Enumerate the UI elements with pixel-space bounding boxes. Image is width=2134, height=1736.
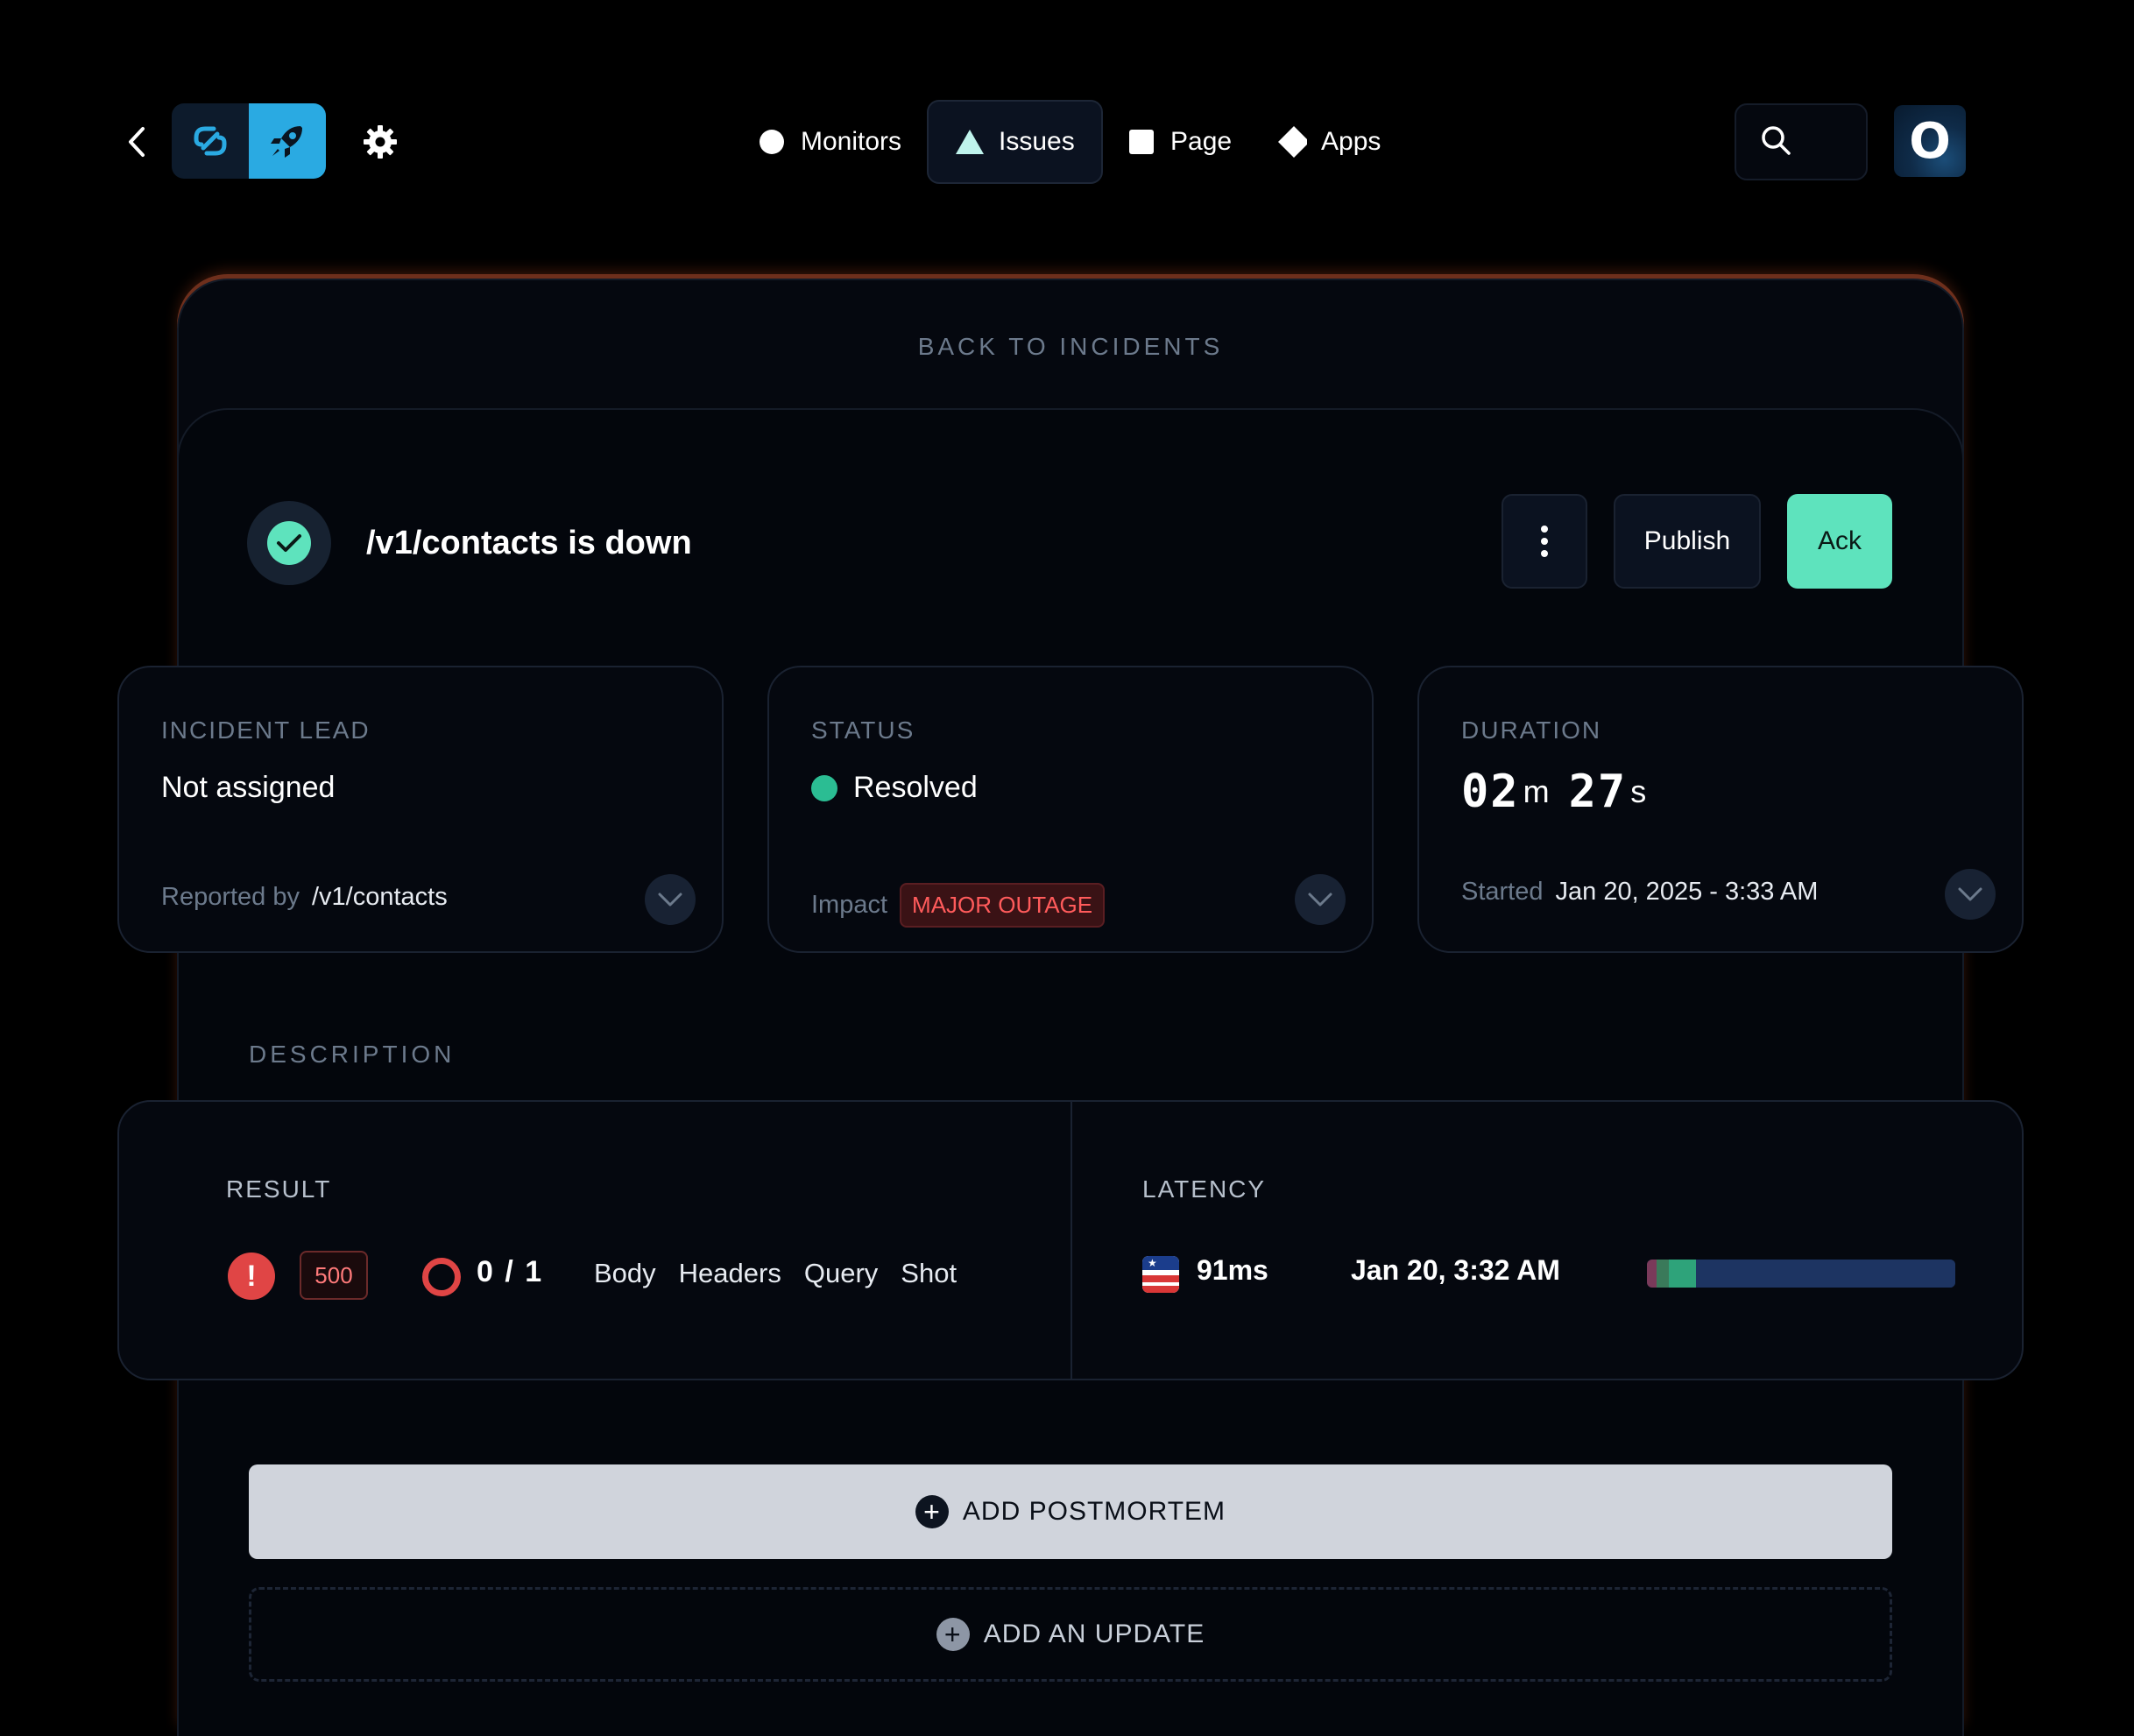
latency-value: 91ms: [1197, 1254, 1268, 1286]
tab-shot[interactable]: Shot: [901, 1258, 957, 1289]
latency-segment-0: [1647, 1260, 1657, 1288]
impact-badge: MAJOR OUTAGE: [900, 883, 1106, 928]
expand-chevron-icon[interactable]: [1295, 874, 1346, 925]
latency-segment-1: [1656, 1260, 1669, 1288]
foot-label: Reported by: [161, 883, 300, 911]
nav-label: Monitors: [801, 127, 902, 156]
status-value: Resolved: [811, 771, 978, 805]
card-label: STATUS: [811, 716, 915, 744]
status-text: Resolved: [853, 771, 978, 804]
foot-label: Started: [1461, 878, 1544, 906]
latency-label: LATENCY: [1142, 1175, 1267, 1203]
result-tabs: Body Headers Query Shot: [594, 1258, 957, 1289]
nav-label: Page: [1170, 127, 1233, 156]
expand-chevron-icon[interactable]: [1945, 869, 1996, 920]
tab-query[interactable]: Query: [804, 1258, 878, 1289]
search-button[interactable]: [1735, 103, 1868, 180]
avatar[interactable]: O: [1894, 105, 1966, 177]
back-to-incidents-link[interactable]: BACK TO INCIDENTS: [179, 333, 1962, 361]
incident-title: /v1/contacts is down: [366, 524, 692, 561]
failure-ring-icon: [422, 1258, 461, 1296]
duration-minutes: 02: [1461, 766, 1520, 818]
result-label: RESULT: [226, 1175, 332, 1203]
resolved-check-icon: [247, 501, 331, 585]
incident-header: /v1/contacts is down: [247, 501, 692, 585]
duration-card: DURATION 02 m 27 s Started Jan 20, 2025 …: [1417, 666, 2024, 953]
nav-label: Apps: [1321, 127, 1381, 156]
gear-icon[interactable]: [359, 121, 401, 163]
status-card: STATUS Resolved Impact MAJOR OUTAGE: [767, 666, 1374, 953]
latency-timestamp: Jan 20, 3:32 AM: [1351, 1254, 1560, 1286]
nav-page[interactable]: Page: [1100, 100, 1258, 184]
app-switcher[interactable]: [172, 103, 326, 179]
plus-icon: +: [936, 1618, 970, 1651]
seconds-unit: s: [1630, 773, 1647, 809]
add-postmortem-label: ADD POSTMORTEM: [962, 1497, 1226, 1526]
latency-segment-2: [1668, 1260, 1697, 1288]
diamond-icon: [1277, 126, 1307, 158]
reporter: /v1/contacts: [312, 883, 448, 911]
description-label: DESCRIPTION: [249, 1041, 456, 1068]
check-ratio: 0 / 1: [477, 1255, 544, 1288]
us-flag-icon: ★: [1142, 1256, 1179, 1293]
nav-monitors[interactable]: Monitors: [731, 100, 928, 184]
ack-button[interactable]: Ack: [1787, 494, 1892, 589]
publish-button[interactable]: Publish: [1614, 494, 1761, 589]
add-update-button[interactable]: + ADD AN UPDATE: [249, 1587, 1892, 1682]
add-update-label: ADD AN UPDATE: [983, 1620, 1205, 1648]
rocket-icon[interactable]: [249, 103, 326, 179]
circle-icon: [757, 127, 787, 157]
result-latency-panel: RESULT ! 500 0 / 1 Body Headers Query Sh…: [117, 1100, 2024, 1380]
top-bar: Monitors Issues Page Apps O: [0, 0, 2134, 228]
nav-apps[interactable]: Apps: [1251, 100, 1407, 184]
link-app-icon[interactable]: [172, 103, 249, 179]
dot: [1541, 550, 1548, 557]
nav-label: Issues: [999, 127, 1075, 156]
status-code-badge: 500: [300, 1251, 368, 1300]
more-options-button[interactable]: [1502, 494, 1587, 589]
dot: [1541, 526, 1548, 533]
incident-lead-value: Not assigned: [161, 771, 336, 804]
error-icon: !: [228, 1253, 275, 1300]
triangle-icon: [955, 127, 985, 157]
minutes-unit: m: [1523, 773, 1550, 809]
dot: [1541, 538, 1548, 545]
back-chevron-icon[interactable]: [119, 121, 154, 163]
latency-timing-bar: [1647, 1260, 1955, 1288]
latency-segment-3: [1696, 1260, 1955, 1288]
square-icon: [1127, 127, 1156, 157]
expand-chevron-icon[interactable]: [645, 874, 696, 925]
duration-value: 02 m 27 s: [1461, 766, 1665, 818]
divider: [1071, 1102, 1072, 1379]
nav-issues[interactable]: Issues: [927, 100, 1103, 184]
incident-lead-card: INCIDENT LEAD Not assigned Reported by /…: [117, 666, 724, 953]
plus-icon: +: [915, 1495, 949, 1528]
tab-body[interactable]: Body: [594, 1258, 656, 1289]
card-label: DURATION: [1461, 716, 1602, 744]
resolved-status-dot: [811, 774, 837, 801]
duration-seconds: 27: [1568, 766, 1628, 818]
foot-label: Impact: [811, 891, 888, 919]
start-time: Jan 20, 2025 - 3:33 AM: [1555, 878, 1819, 906]
tab-headers[interactable]: Headers: [679, 1258, 781, 1289]
impact: Impact MAJOR OUTAGE: [811, 883, 1106, 928]
search-icon: [1759, 123, 1792, 161]
reported-by: Reported by /v1/contacts: [161, 883, 448, 912]
card-label: INCIDENT LEAD: [161, 716, 371, 744]
started-at: Started Jan 20, 2025 - 3:33 AM: [1461, 878, 1818, 907]
add-postmortem-button[interactable]: + ADD POSTMORTEM: [249, 1464, 1892, 1559]
